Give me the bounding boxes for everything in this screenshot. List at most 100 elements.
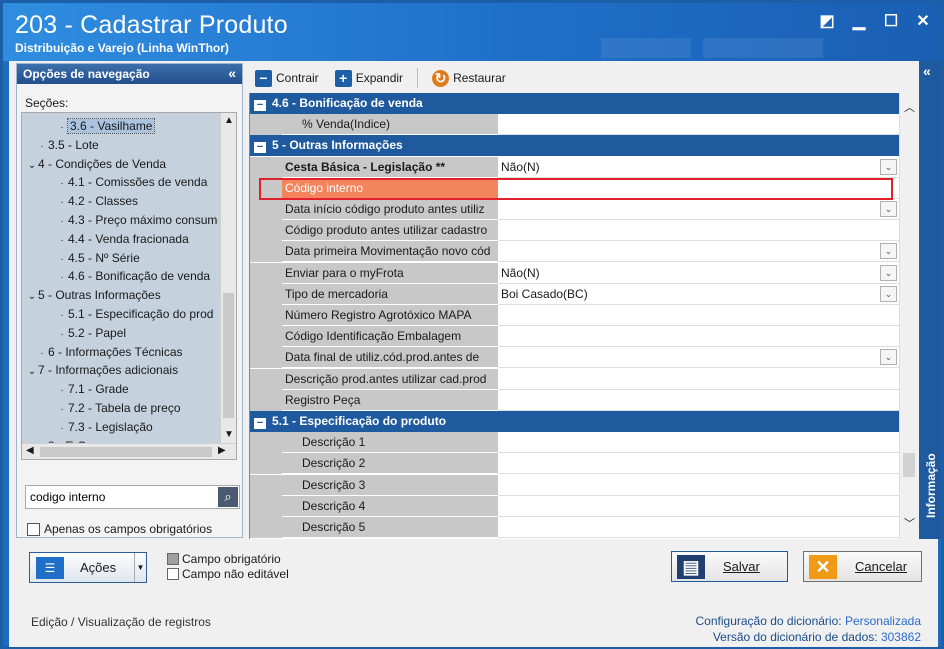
grid-field-row: Descrição 4: [250, 495, 899, 517]
row-indent: [250, 432, 282, 454]
field-value[interactable]: ⌄: [498, 241, 899, 263]
row-indent: [250, 262, 282, 284]
field-value[interactable]: [498, 495, 899, 517]
grid-category[interactable]: −5 - Outras Informações: [250, 135, 899, 157]
search-input[interactable]: [26, 486, 216, 508]
close-icon[interactable]: ✕: [915, 13, 931, 30]
field-value[interactable]: [498, 453, 899, 475]
tree-item[interactable]: · 5.1 - Especificação do prod: [56, 305, 213, 323]
field-value[interactable]: [498, 389, 899, 411]
tree-item[interactable]: · 7.3 - Legislação: [56, 418, 152, 436]
expand-info-icon[interactable]: «: [923, 63, 931, 79]
restore-button[interactable]: ↻ Restaurar: [426, 69, 512, 87]
grid-category[interactable]: −4.6 - Bonificação de venda: [250, 93, 899, 114]
search-icon[interactable]: ⌕: [218, 487, 238, 507]
dropdown-arrow-icon[interactable]: ▼: [134, 553, 146, 582]
scroll-down-icon[interactable]: ﹀: [904, 515, 915, 531]
checkbox-icon[interactable]: [27, 522, 40, 536]
tree-horizontal-scrollbar[interactable]: ◀ ▶: [22, 443, 236, 459]
collapse-category-icon[interactable]: −: [254, 100, 266, 111]
status-bar: Edição / Visualização de registros Confi…: [9, 607, 938, 647]
field-value[interactable]: [498, 368, 899, 390]
field-value[interactable]: ⌄: [498, 199, 899, 220]
maximize-icon[interactable]: ☐: [883, 13, 899, 30]
grid-scrollbar[interactable]: ︿ ﹀: [899, 93, 917, 539]
scroll-down-icon[interactable]: ▼: [224, 429, 234, 440]
scroll-left-icon[interactable]: ◀: [26, 445, 34, 456]
field-value[interactable]: ⌄: [498, 347, 899, 369]
tree-branch: ·: [60, 234, 64, 246]
plus-icon: +: [334, 69, 352, 87]
expand-toggle-icon[interactable]: ⌄: [26, 157, 38, 175]
field-value[interactable]: [498, 432, 899, 454]
expand-toggle-icon[interactable]: ⌄: [26, 288, 38, 306]
minus-icon: −: [255, 69, 272, 87]
tree-item[interactable]: · 3.6 - Vasilhame: [56, 117, 156, 135]
expand-toggle-icon[interactable]: ⌄: [26, 363, 38, 381]
dropdown-arrow-icon[interactable]: ⌄: [880, 243, 897, 260]
tree-item[interactable]: · 6 - Informações Técnicas: [36, 343, 182, 361]
scroll-up-icon[interactable]: ▲: [224, 115, 234, 126]
field-value[interactable]: [498, 177, 899, 199]
tree-branch: ·: [60, 253, 64, 265]
cancel-button[interactable]: ✕ Cancelar: [803, 551, 922, 582]
field-value[interactable]: [498, 114, 899, 136]
tree-item[interactable]: · 4.5 - Nº Série: [56, 249, 139, 267]
field-label: Código Identificação Embalagem: [282, 326, 498, 348]
row-indent: [250, 517, 282, 538]
scroll-up-icon[interactable]: ︿: [904, 99, 915, 115]
tree-item[interactable]: · 3.5 - Lote: [36, 136, 98, 154]
field-label: Descrição 5: [282, 517, 498, 538]
scroll-thumb[interactable]: [223, 293, 234, 418]
grid-field-row: Código produto antes utilizar cadastro: [250, 220, 899, 242]
tree-item[interactable]: · 4.4 - Venda fracionada: [56, 230, 188, 248]
tree-item[interactable]: · 4.6 - Bonificação de venda: [56, 267, 210, 285]
information-panel-tab[interactable]: « Informação: [919, 61, 941, 539]
field-value[interactable]: Não(N) ⌄: [498, 156, 899, 178]
tree-item[interactable]: · 7.1 - Grade: [56, 380, 128, 398]
restore-icon[interactable]: ◩: [819, 13, 835, 30]
tree-vertical-scrollbar[interactable]: ▲ ▼: [220, 113, 236, 443]
dropdown-arrow-icon[interactable]: ⌄: [880, 264, 897, 281]
field-label: Descrição prod.antes utilizar cad.prod: [282, 368, 498, 390]
save-button[interactable]: ▤ Salvar: [671, 551, 788, 582]
expand-button[interactable]: + Expandir: [329, 69, 409, 87]
tree-item[interactable]: ⌄ 4 - Condições de Venda: [26, 155, 166, 173]
collapse-category-icon[interactable]: −: [254, 142, 266, 154]
collapse-button[interactable]: − Contrair: [249, 69, 325, 87]
field-value[interactable]: [498, 220, 899, 242]
toolbar-separator: [417, 68, 419, 88]
actions-button[interactable]: ☰ Ações ▼: [29, 552, 147, 583]
dropdown-arrow-icon[interactable]: ⌄: [880, 158, 897, 175]
tree-item[interactable]: · 5.2 - Papel: [56, 324, 126, 342]
scroll-thumb[interactable]: [40, 447, 212, 457]
field-value[interactable]: [498, 305, 899, 326]
collapse-category-icon[interactable]: −: [254, 418, 266, 429]
scroll-right-icon[interactable]: ▶: [218, 445, 226, 456]
field-value[interactable]: [498, 517, 899, 538]
collapse-nav-icon[interactable]: «: [228, 65, 236, 81]
tree-item[interactable]: · 4.2 - Classes: [56, 192, 138, 210]
collapse-label: Contrair: [276, 71, 319, 85]
dropdown-arrow-icon[interactable]: ⌄: [880, 285, 897, 302]
field-value[interactable]: [498, 474, 899, 496]
row-indent: [250, 220, 282, 242]
field-value-text: Não(N): [501, 159, 540, 174]
tree-item[interactable]: ⌄ 7 - Informações adicionais: [26, 361, 178, 379]
tree-item[interactable]: · 4.3 - Preço máximo consum: [56, 211, 217, 229]
actions-icon: ☰: [36, 556, 64, 579]
field-value[interactable]: [498, 326, 899, 348]
required-only-checkbox[interactable]: Apenas os campos obrigatórios: [27, 522, 212, 536]
grid-category[interactable]: −5.1 - Especificação do produto: [250, 411, 899, 432]
tree-item[interactable]: · 7.2 - Tabela de preço: [56, 399, 180, 417]
tree-item[interactable]: ⌄ 5 - Outras Informações: [26, 286, 161, 304]
dropdown-arrow-icon[interactable]: ⌄: [880, 349, 897, 366]
minimize-icon[interactable]: ▁: [851, 13, 867, 30]
tree-item[interactable]: · 4.1 - Comissões de venda: [56, 173, 207, 191]
field-value[interactable]: Não(N) ⌄: [498, 262, 899, 284]
field-value[interactable]: Boi Casado(BC) ⌄: [498, 283, 899, 305]
sections-tree[interactable]: · 3.6 - Vasilhame · 3.5 - Lote ⌄ 4 - Condiçõe…: [21, 112, 237, 460]
grid-field-row: % Venda(Indice): [250, 114, 899, 136]
dropdown-arrow-icon[interactable]: ⌄: [880, 201, 897, 217]
scroll-thumb[interactable]: [903, 453, 915, 477]
